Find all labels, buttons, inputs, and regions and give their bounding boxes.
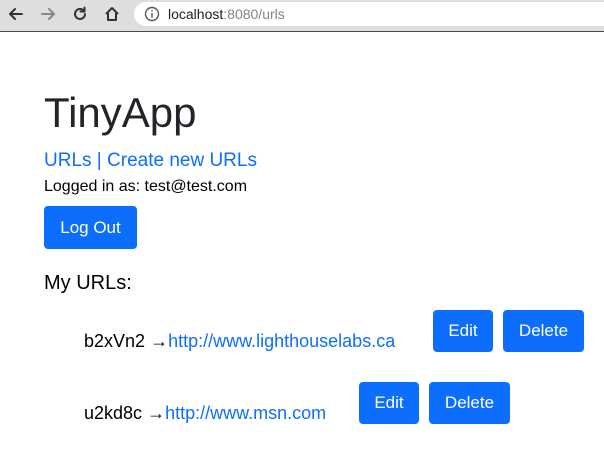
page-title: TinyApp [44,89,197,136]
short-url: b2xVn2 [84,331,146,351]
arrow-icon: → [150,331,169,351]
short-url: u2kd8c [84,403,143,423]
info-icon[interactable] [144,6,160,22]
create-new-urls-link[interactable]: Create new URLs [107,150,257,171]
url-list-item: b2xVn2 →http://www.lighthouselabs.ca [84,330,395,352]
back-arrow-icon[interactable] [6,4,26,24]
edit-button[interactable]: Edit [359,382,419,424]
long-url-link[interactable]: http://www.lighthouselabs.ca [168,331,395,351]
long-url-link[interactable]: http://www.msn.com [165,403,326,423]
browser-toolbar: localhost:8080/urls [0,0,604,32]
edit-button[interactable]: Edit [433,310,493,352]
arrow-icon: → [147,403,166,423]
url-host: localhost [168,6,224,22]
logged-in-status: Logged in as: test@test.com [44,178,248,195]
url-list-item: u2kd8c →http://www.msn.com [84,402,326,424]
address-url[interactable]: localhost:8080/urls [168,6,285,22]
delete-button[interactable]: Delete [429,382,510,424]
delete-button[interactable]: Delete [503,310,584,352]
section-heading: My URLs: [44,272,132,294]
logout-button[interactable]: Log Out [44,206,137,249]
urls-link[interactable]: URLs [44,150,92,171]
home-icon[interactable] [102,4,122,24]
url-path: :8080/urls [223,6,285,22]
nav-separator: | [96,150,102,171]
forward-arrow-icon[interactable] [38,4,58,24]
reload-icon[interactable] [70,4,90,24]
nav-links: URLs | Create new URLs [44,150,257,172]
address-bar[interactable]: localhost:8080/urls [134,2,604,26]
